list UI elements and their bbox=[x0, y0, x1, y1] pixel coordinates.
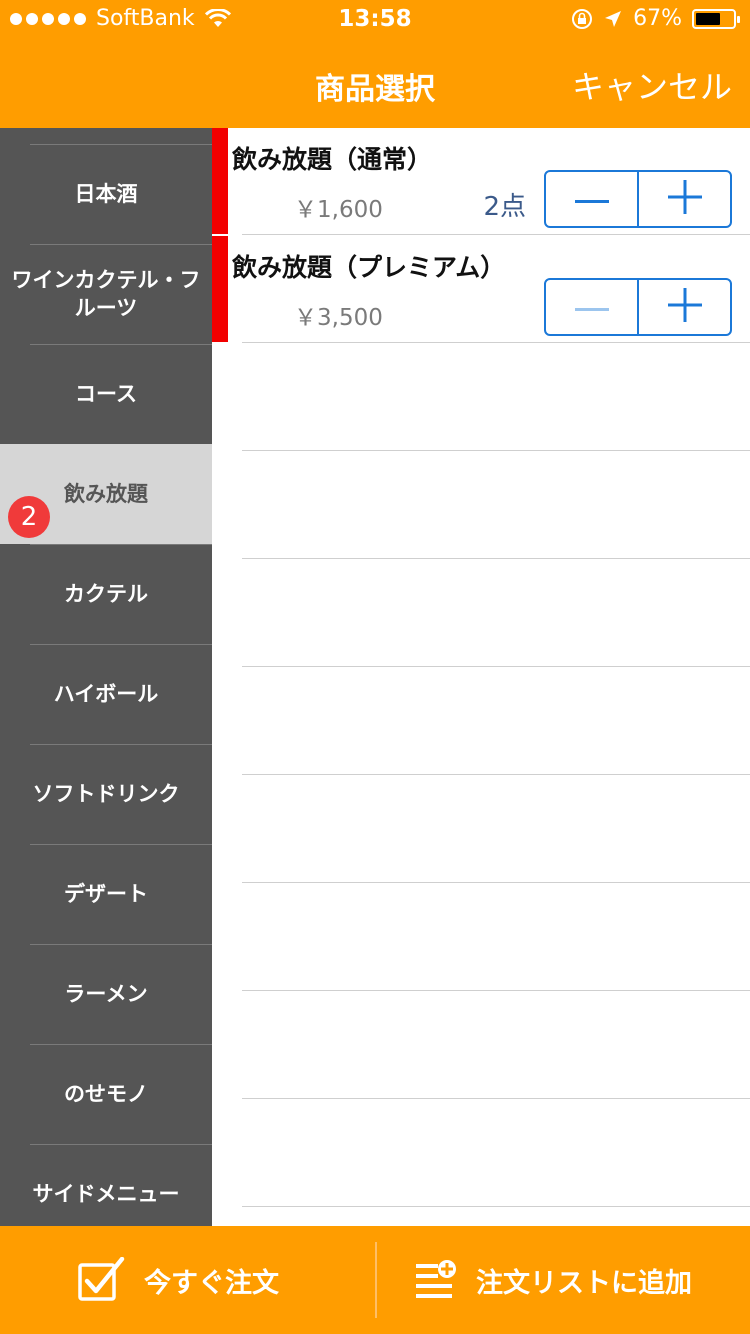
navigation-bar: 商品選択 キャンセル bbox=[0, 40, 750, 128]
add-to-order-list-button[interactable]: 注文リストに追加 bbox=[414, 1226, 692, 1334]
sidebar-category-label: 日本酒 bbox=[74, 182, 138, 206]
quantity-stepper[interactable] bbox=[544, 170, 732, 228]
row-separator bbox=[242, 774, 750, 775]
row-separator bbox=[242, 450, 750, 451]
add-to-order-list-label: 注文リストに追加 bbox=[476, 1267, 692, 1299]
minus-icon bbox=[574, 190, 609, 209]
sidebar-category-item[interactable]: ラーメン bbox=[0, 944, 212, 1044]
row-separator bbox=[242, 342, 750, 343]
row-separator bbox=[242, 558, 750, 559]
sidebar-category-item[interactable]: デザート bbox=[0, 844, 212, 944]
decrement-button[interactable] bbox=[546, 172, 637, 226]
product-list: 飲み放題（通常） ￥1,600 2点飲み放題（プレミアム） ￥3,500 bbox=[212, 128, 750, 1226]
rotation-lock-icon bbox=[572, 8, 593, 29]
battery-percent: 67% bbox=[633, 6, 682, 31]
product-name: 飲み放題（通常） bbox=[232, 145, 433, 174]
product-row[interactable]: 飲み放題（プレミアム） ￥3,500 bbox=[212, 236, 750, 342]
plus-icon bbox=[667, 180, 702, 218]
location-arrow-icon bbox=[605, 10, 622, 27]
plus-icon bbox=[667, 288, 702, 326]
sidebar-category-item[interactable]: のせモノ bbox=[0, 1044, 212, 1144]
sidebar-category-item[interactable]: ソフトドリンク bbox=[0, 744, 212, 844]
battery-icon bbox=[692, 8, 740, 29]
bottom-toolbar: 今すぐ注文 注文リストに追加 bbox=[0, 1226, 750, 1334]
increment-button[interactable] bbox=[637, 280, 730, 334]
quantity-stepper[interactable] bbox=[544, 278, 732, 336]
order-now-button[interactable]: 今すぐ注文 bbox=[78, 1226, 279, 1334]
row-separator bbox=[242, 234, 750, 235]
product-price: ￥3,500 bbox=[294, 305, 383, 331]
sidebar-category-label: 飲み放題 bbox=[64, 482, 148, 506]
increment-button[interactable] bbox=[637, 172, 730, 226]
row-separator bbox=[242, 666, 750, 667]
sidebar-category-label: ラーメン bbox=[64, 982, 148, 1006]
sidebar-category-label: コース bbox=[75, 382, 137, 406]
row-separator bbox=[242, 1206, 750, 1207]
row-separator bbox=[242, 990, 750, 991]
order-now-label: 今すぐ注文 bbox=[144, 1267, 279, 1299]
sidebar-category-label: サイドメニュー bbox=[32, 1182, 180, 1206]
toolbar-divider bbox=[375, 1242, 377, 1318]
status-right: 67% bbox=[571, 6, 740, 31]
sidebar-category-label: ワインカクテル・フルーツ bbox=[11, 268, 201, 320]
sidebar-category-item[interactable]: ワインカクテル・フルーツ bbox=[0, 244, 212, 344]
row-separator bbox=[242, 882, 750, 883]
sidebar-category-item[interactable]: 日本酒 bbox=[0, 144, 212, 244]
decrement-button bbox=[546, 280, 637, 334]
sidebar-category-label: ソフトドリンク bbox=[32, 782, 180, 806]
product-row[interactable]: 飲み放題（通常） ￥1,600 2点 bbox=[212, 128, 750, 234]
checkbox-checked-icon bbox=[78, 1257, 125, 1301]
quantity-count: 2点 bbox=[483, 192, 526, 222]
status-bar: SoftBank 13:58 67% bbox=[0, 0, 750, 40]
list-add-icon bbox=[416, 1260, 456, 1298]
sidebar-category-item[interactable]: 飲み放題 2 bbox=[0, 444, 212, 544]
sidebar-category-label: のせモノ bbox=[64, 1082, 148, 1106]
sidebar-category-label: ハイボール bbox=[53, 682, 159, 706]
category-sidebar: 日本酒ワインカクテル・フルーツコース飲み放題 2 カクテルハイボールソフトドリンクデ… bbox=[0, 128, 212, 1226]
sidebar-category-item[interactable]: カクテル bbox=[0, 544, 212, 644]
cancel-button[interactable]: キャンセル bbox=[572, 62, 732, 108]
sidebar-category-label: デザート bbox=[64, 882, 148, 906]
selected-marker bbox=[212, 128, 228, 234]
row-separator bbox=[242, 1098, 750, 1099]
minus-icon bbox=[574, 298, 609, 317]
sidebar-category-item[interactable]: サイドメニュー bbox=[0, 1144, 212, 1226]
sidebar-category-label: カクテル bbox=[64, 582, 148, 606]
count-badge: 2 bbox=[8, 496, 50, 538]
product-name: 飲み放題（プレミアム） bbox=[232, 253, 506, 282]
sidebar-category-item[interactable]: コース bbox=[0, 344, 212, 444]
sidebar-category-item[interactable]: ハイボール bbox=[0, 644, 212, 744]
product-price: ￥1,600 bbox=[294, 197, 383, 223]
selected-marker bbox=[212, 236, 228, 342]
